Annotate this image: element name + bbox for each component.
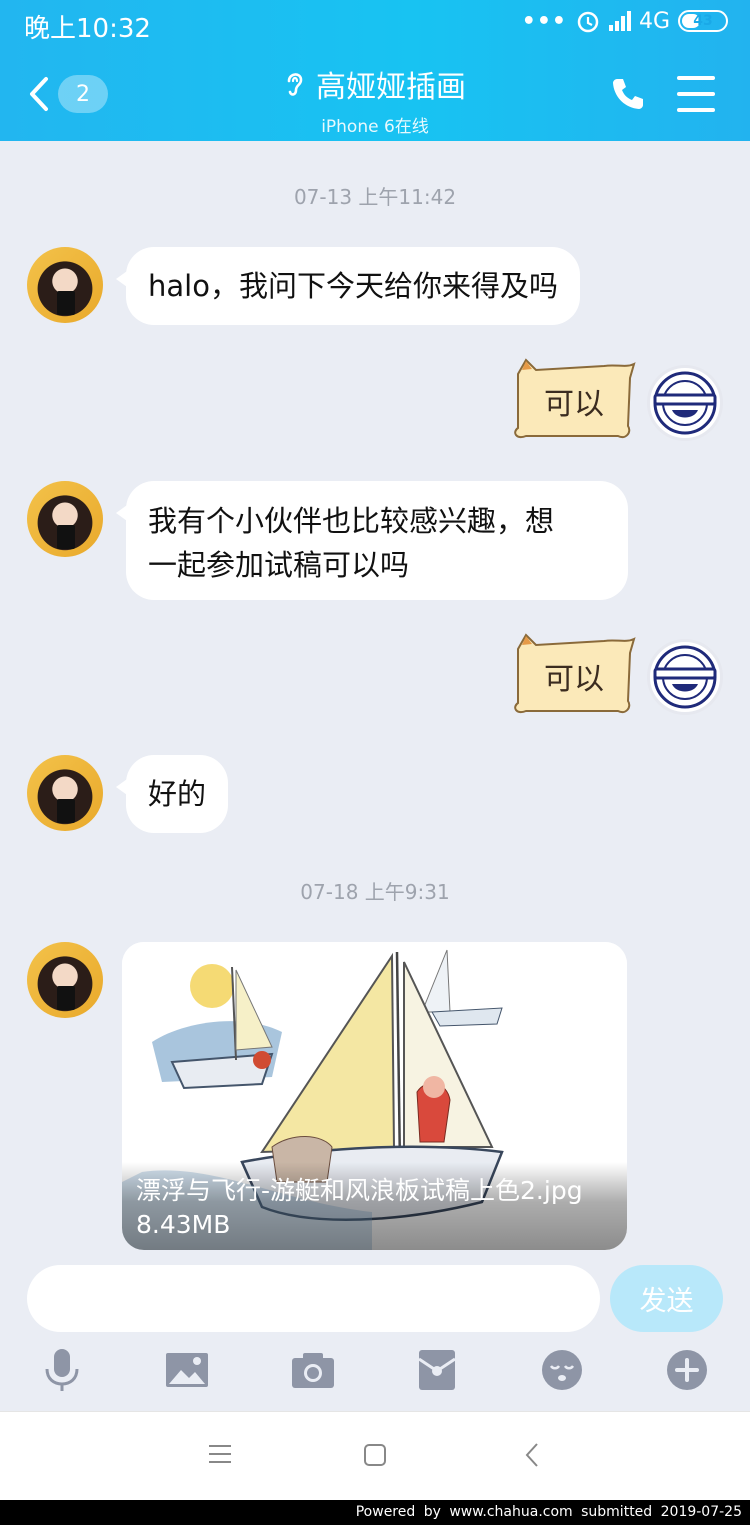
my-avatar[interactable]	[647, 639, 723, 715]
contact-avatar[interactable]	[27, 942, 103, 1018]
status-icons: ••• 4G 43	[522, 8, 728, 34]
signal-icon	[608, 11, 631, 31]
contact-avatar[interactable]	[27, 755, 103, 831]
message-list[interactable]: 07-13 上午11:42 halo，我问下今天给你来得及吗 可以 我有个小伙伴…	[0, 141, 750, 1261]
message-text: halo，我问下今天给你来得及吗	[148, 269, 558, 303]
red-packet-button[interactable]	[414, 1347, 460, 1393]
emoji-button[interactable]	[539, 1347, 585, 1393]
message-bubble[interactable]: 好的	[115, 755, 229, 833]
my-avatar[interactable]	[647, 365, 723, 441]
message-input[interactable]	[27, 1265, 600, 1332]
status-time: 晚上10:32	[24, 14, 151, 44]
message-text-line-1: 我有个小伙伴也比较感兴趣，想	[148, 504, 555, 538]
message-text-line-2: 一起参加试稿可以吗	[148, 548, 410, 582]
image-filename: 漂浮与飞行-游艇和风浪板试稿上色2.jpg	[136, 1176, 583, 1205]
image-icon	[166, 1353, 208, 1387]
photo-button[interactable]	[164, 1347, 210, 1393]
alarm-icon	[577, 11, 599, 33]
timestamp: 07-18 上午9:31	[300, 880, 450, 904]
image-caption: 漂浮与飞行-游艇和风浪板试稿上色2.jpg 8.43MB	[122, 1162, 627, 1250]
status-bar: 晚上10:32 ••• 4G 43	[0, 0, 750, 48]
microphone-icon	[45, 1349, 79, 1391]
network-type: 4G	[638, 8, 670, 34]
phone-icon	[613, 79, 643, 109]
laughing-man-logo	[653, 645, 717, 709]
chevron-left-icon	[30, 77, 48, 111]
ear-icon	[287, 73, 303, 96]
contact-avatar[interactable]	[27, 247, 103, 323]
back-nav-icon[interactable]	[524, 1442, 540, 1468]
top-bar: 晚上10:32 ••• 4G 43 2 高娅娅插画 iPhone 6在线	[0, 0, 750, 141]
cat-sticker[interactable]: 可以	[508, 356, 636, 442]
contact-avatar[interactable]	[27, 481, 103, 557]
camera-button[interactable]	[290, 1347, 336, 1393]
back-button[interactable]: 2	[28, 72, 118, 116]
more-button[interactable]	[664, 1347, 710, 1393]
image-filesize: 8.43MB	[136, 1210, 231, 1239]
call-button[interactable]	[608, 74, 648, 114]
chat-title-area[interactable]: 高娅娅插画 iPhone 6在线	[200, 62, 550, 137]
emoji-icon	[542, 1350, 582, 1390]
chat-header: 2 高娅娅插画 iPhone 6在线	[0, 48, 750, 141]
online-status: iPhone 6在线	[321, 117, 429, 137]
message-bubble[interactable]: halo，我问下今天给你来得及吗	[116, 247, 580, 325]
system-nav-bar	[0, 1411, 750, 1500]
unread-badge: 2	[58, 75, 108, 113]
watermark-footer: Powered by www.chahua.com submitted 2019…	[0, 1500, 750, 1525]
cat-sticker[interactable]: 可以	[508, 631, 636, 717]
sticker-text: 可以	[544, 662, 604, 697]
plus-icon	[667, 1350, 707, 1390]
red-packet-icon	[418, 1350, 456, 1390]
home-icon[interactable]	[363, 1443, 387, 1467]
recents-icon[interactable]	[208, 1444, 232, 1464]
timestamp: 07-13 上午11:42	[293, 185, 457, 209]
toolbar	[0, 1347, 750, 1397]
laughing-man-logo	[653, 371, 717, 435]
send-button[interactable]: 发送	[610, 1265, 723, 1332]
more-dots: •••	[521, 8, 567, 34]
voice-button[interactable]	[39, 1347, 85, 1393]
message-bubble[interactable]: 我有个小伙伴也比较感兴趣，想 一起参加试稿可以吗	[116, 481, 628, 600]
menu-button[interactable]	[677, 76, 715, 112]
image-message[interactable]: 漂浮与飞行-游艇和风浪板试稿上色2.jpg 8.43MB	[122, 942, 627, 1250]
camera-icon	[292, 1353, 334, 1388]
chat-title: 高娅娅插画	[316, 70, 466, 105]
sticker-text: 可以	[544, 387, 604, 422]
composer: 发送	[0, 1261, 750, 1411]
battery-icon: 43	[678, 10, 728, 32]
battery-level: 43	[693, 13, 713, 29]
message-text: 好的	[148, 777, 207, 811]
